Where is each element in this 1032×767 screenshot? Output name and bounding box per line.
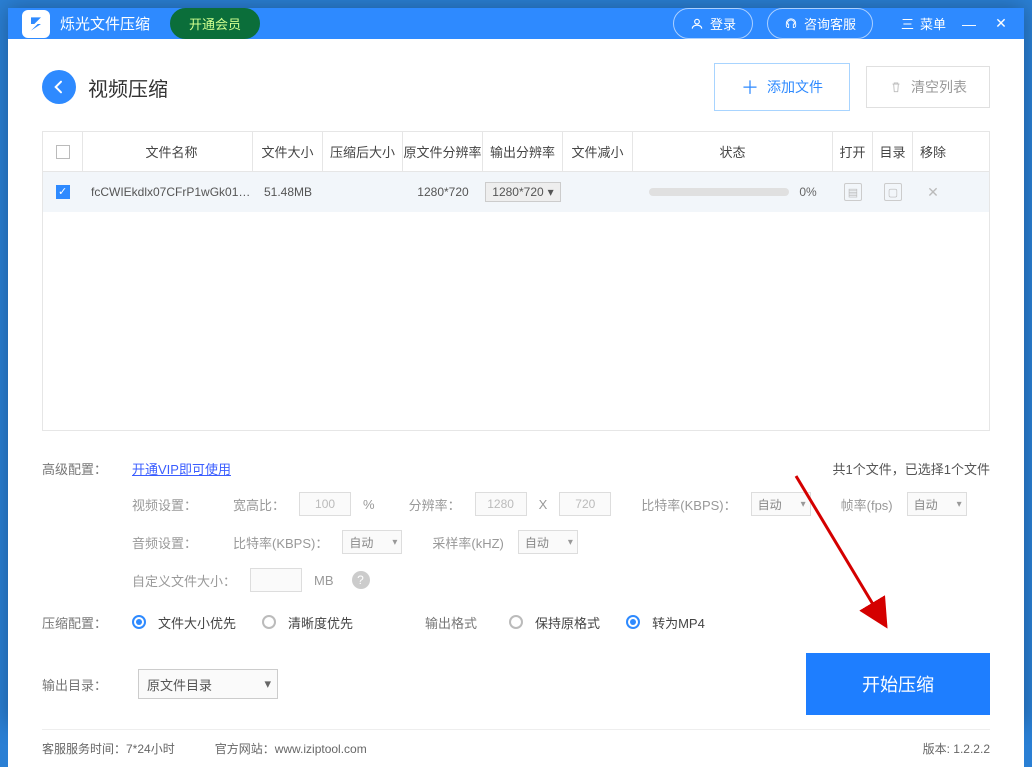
official-site: 官方网站：www.iziptool.com: [215, 740, 367, 757]
custom-size-label: 自定义文件大小：: [132, 571, 236, 590]
headset-icon: [784, 17, 798, 31]
custom-size-input[interactable]: [250, 568, 302, 592]
compress-config-label: 压缩配置：: [42, 613, 132, 632]
orig-res: 1280*720: [403, 172, 483, 212]
fps-select[interactable]: 自动▾: [907, 492, 967, 516]
menu-button[interactable]: 三菜单: [901, 14, 946, 33]
add-file-button[interactable]: ＋ 添加文件: [714, 63, 850, 111]
advanced-config-label: 高级配置：: [42, 459, 132, 478]
file-table: 文件名称 文件大小 压缩后大小 原文件分辨率 输出分辨率 文件减小 状态 打开 …: [42, 131, 990, 431]
file-count: 共1个文件，已选择1个文件: [833, 459, 990, 478]
app-title: 烁光文件压缩: [60, 13, 150, 34]
radio-keep-format[interactable]: [509, 615, 523, 629]
col-name: 文件名称: [83, 132, 253, 171]
minimize-button[interactable]: —: [960, 15, 978, 33]
open-file-button[interactable]: ▤: [844, 183, 862, 201]
radio-to-mp4[interactable]: [626, 615, 640, 629]
radio-clarity-first[interactable]: [262, 615, 276, 629]
login-button[interactable]: 登录: [673, 8, 753, 39]
radio-size-first[interactable]: [132, 615, 146, 629]
table-header: 文件名称 文件大小 压缩后大小 原文件分辨率 输出分辨率 文件减小 状态 打开 …: [43, 132, 989, 172]
col-dir: 目录: [873, 132, 913, 171]
progress-pct: 0%: [799, 185, 816, 199]
col-size: 文件大小: [253, 132, 323, 171]
arrow-left-icon: [51, 79, 67, 95]
video-settings-label: 视频设置：: [132, 495, 197, 514]
output-dir-select[interactable]: 原文件目录▾: [138, 669, 278, 699]
plus-icon: ＋: [741, 74, 759, 100]
footer: 客服服务时间：7*24小时 官方网站：www.iziptool.com 版本: …: [42, 729, 990, 757]
col-open: 打开: [833, 132, 873, 171]
table-row[interactable]: fcCWIEkdlx07CFrP1wGk010... 51.48MB 1280*…: [43, 172, 989, 212]
app-logo: [22, 10, 50, 38]
user-icon: [690, 17, 704, 31]
file-name: fcCWIEkdlx07CFrP1wGk010...: [91, 185, 251, 199]
fps-label: 帧率(fps): [841, 495, 893, 514]
out-format-label: 输出格式: [425, 613, 477, 632]
sample-select[interactable]: 自动▾: [518, 530, 578, 554]
file-size: 51.48MB: [253, 172, 323, 212]
col-reduce: 文件减小: [563, 132, 633, 171]
col-status: 状态: [633, 132, 833, 171]
audio-bitrate-select[interactable]: 自动▾: [342, 530, 402, 554]
row-checkbox[interactable]: [56, 185, 70, 199]
support-button[interactable]: 咨询客服: [767, 8, 873, 39]
sample-label: 采样率(kHZ): [432, 533, 504, 552]
version: 版本: 1.2.2.2: [923, 740, 990, 757]
vip-upgrade-button[interactable]: 开通会员: [170, 8, 260, 39]
service-hours: 客服服务时间：7*24小时: [42, 740, 175, 757]
res-height-input[interactable]: [559, 492, 611, 516]
aspect-input[interactable]: [299, 492, 351, 516]
audio-bitrate-label: 比特率(KBPS)：: [233, 533, 328, 552]
bitrate-select[interactable]: 自动▾: [751, 492, 811, 516]
clear-list-button[interactable]: 清空列表: [866, 66, 990, 108]
resolution-label: 分辨率：: [409, 495, 461, 514]
col-out-res: 输出分辨率: [483, 132, 563, 171]
audio-settings-label: 音频设置：: [132, 533, 197, 552]
back-button[interactable]: [42, 70, 76, 104]
col-orig-res: 原文件分辨率: [403, 132, 483, 171]
titlebar: 烁光文件压缩 开通会员 登录 咨询客服 三菜单 — ✕: [8, 8, 1024, 39]
open-dir-button[interactable]: ▢: [884, 183, 902, 201]
select-all-checkbox[interactable]: [56, 145, 70, 159]
start-compress-button[interactable]: 开始压缩: [806, 653, 990, 715]
col-remove: 移除: [913, 132, 953, 171]
vip-link[interactable]: 开通VIP即可使用: [132, 459, 231, 478]
help-icon[interactable]: ?: [352, 571, 370, 589]
page-title: 视频压缩: [88, 73, 168, 102]
aspect-label: 宽高比：: [233, 495, 285, 514]
progress-bar: [649, 188, 789, 196]
res-width-input[interactable]: [475, 492, 527, 516]
chevron-down-icon: ▾: [548, 185, 554, 199]
remove-row-button[interactable]: ✕: [924, 183, 942, 201]
output-dir-label: 输出目录：: [42, 675, 132, 694]
trash-icon: [889, 80, 903, 94]
output-res-dropdown[interactable]: 1280*720▾: [485, 182, 560, 202]
close-button[interactable]: ✕: [992, 15, 1010, 33]
chevron-down-icon: ▾: [264, 676, 271, 692]
bitrate-label: 比特率(KBPS)：: [641, 495, 736, 514]
col-compressed-size: 压缩后大小: [323, 132, 403, 171]
